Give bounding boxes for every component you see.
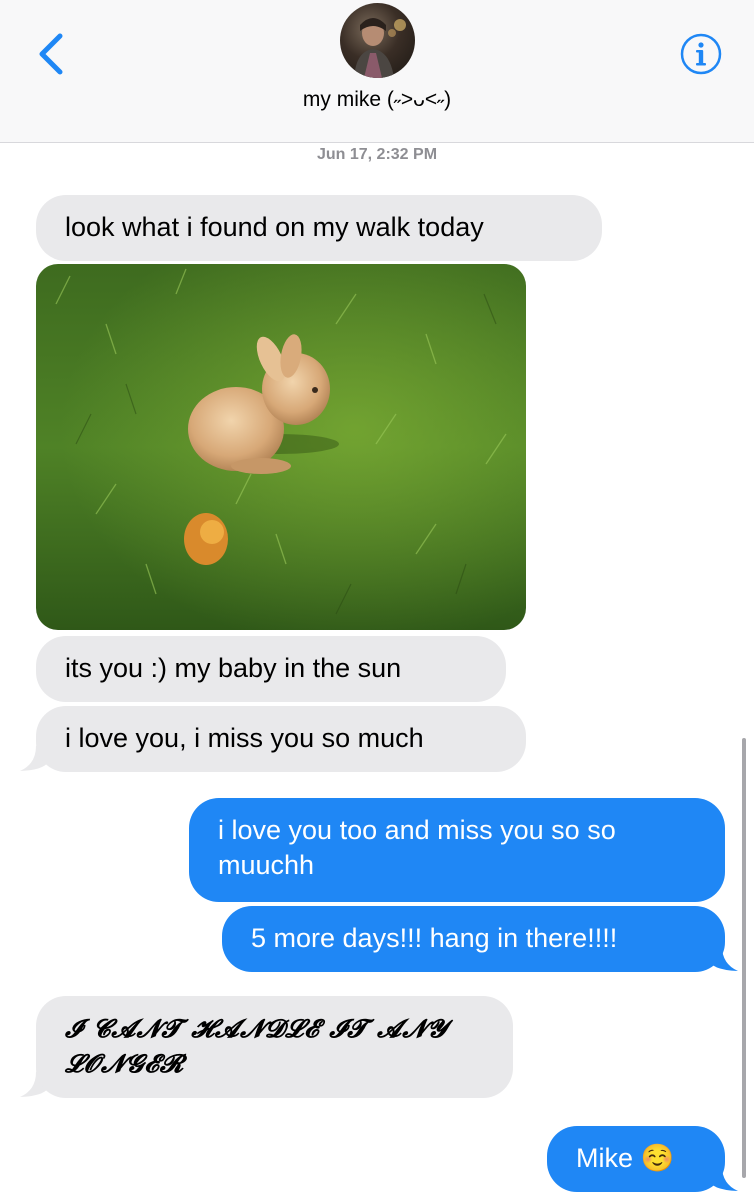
message-text: its you :) my baby in the sun	[65, 653, 402, 683]
message-text: i love you, i miss you so much	[65, 723, 424, 753]
contact-name[interactable]: my mike (˶>ᴗ<˶)	[0, 88, 754, 112]
message-text: 𝓘 𝓒𝓐𝓝𝓣 𝓗𝓐𝓝𝓓𝓛𝓔 𝓘𝓣 𝓐𝓝𝓨 𝓛𝓞𝓝𝓖𝓔𝓡	[65, 1014, 448, 1078]
chevron-left-icon[interactable]	[34, 32, 68, 76]
message-timestamp: Jun 17, 2:32 PM	[316, 146, 438, 163]
outgoing-message[interactable]: 5 more days!!! hang in there!!!!	[222, 906, 725, 972]
info-icon[interactable]	[680, 33, 722, 75]
outgoing-message[interactable]: i love you too and miss you so so muuchh	[189, 798, 725, 902]
message-text: Mike ☺️	[576, 1143, 675, 1173]
message-text: 5 more days!!! hang in there!!!!	[251, 923, 618, 953]
message-text: i love you too and miss you so so muuchh	[218, 815, 616, 880]
incoming-message[interactable]: its you :) my baby in the sun	[36, 636, 506, 702]
incoming-message[interactable]: i love you, i miss you so much	[36, 706, 526, 772]
avatar[interactable]	[340, 3, 415, 78]
outgoing-message[interactable]: Mike ☺️	[547, 1126, 725, 1192]
scrollbar[interactable]	[742, 738, 746, 1178]
incoming-message[interactable]: 𝓘 𝓒𝓐𝓝𝓣 𝓗𝓐𝓝𝓓𝓛𝓔 𝓘𝓣 𝓐𝓝𝓨 𝓛𝓞𝓝𝓖𝓔𝓡	[36, 996, 513, 1098]
incoming-message[interactable]: look what i found on my walk today	[36, 195, 602, 261]
image-message[interactable]	[36, 264, 526, 630]
message-text: look what i found on my walk today	[65, 212, 484, 242]
bunny-photo	[36, 264, 526, 630]
conversation-header: my mike (˶>ᴗ<˶)	[0, 0, 754, 143]
avatar-photo	[354, 18, 406, 78]
